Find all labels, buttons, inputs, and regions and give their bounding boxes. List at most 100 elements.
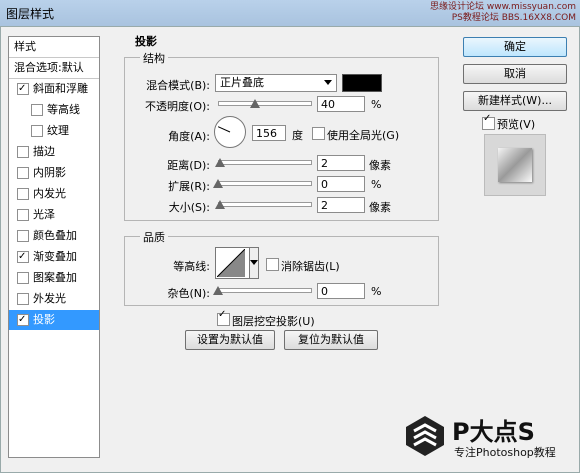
style-item-checkbox[interactable] bbox=[17, 167, 29, 179]
opacity-input[interactable]: 40 bbox=[317, 96, 365, 112]
style-item-label: 外发光 bbox=[33, 292, 66, 305]
contour-picker[interactable] bbox=[215, 247, 251, 279]
style-item-checkbox[interactable] bbox=[17, 188, 29, 200]
watermark-line1: 思缘设计论坛 www.missyuan.com bbox=[430, 2, 576, 12]
opacity-slider-thumb[interactable] bbox=[249, 99, 260, 108]
style-item-checkbox[interactable] bbox=[31, 104, 43, 116]
brand-logo-icon bbox=[406, 416, 444, 456]
preview-checkbox[interactable] bbox=[482, 113, 495, 130]
style-item-checkbox[interactable] bbox=[17, 230, 29, 242]
styles-header[interactable]: 样式 bbox=[9, 37, 99, 58]
opacity-slider-track[interactable] bbox=[218, 101, 312, 106]
spread-input[interactable]: 0 bbox=[317, 176, 365, 192]
global-light-label: 使用全局光(G) bbox=[327, 129, 400, 142]
blend-mode-value: 正片叠底 bbox=[220, 76, 264, 89]
branding: P大点S 专注Photoshop教程 bbox=[404, 410, 574, 460]
blend-mode-select[interactable]: 正片叠底 bbox=[215, 74, 337, 92]
style-item-label: 图案叠加 bbox=[33, 271, 77, 284]
ok-button[interactable]: 确定 bbox=[463, 37, 567, 57]
style-item[interactable]: 斜面和浮雕 bbox=[9, 79, 99, 99]
contour-curve-icon bbox=[217, 249, 245, 277]
style-item[interactable]: 描边 bbox=[9, 142, 99, 162]
style-item[interactable]: 投影 bbox=[9, 310, 99, 330]
distance-slider-track[interactable] bbox=[218, 160, 312, 165]
style-item[interactable]: 内阴影 bbox=[9, 163, 99, 183]
title-bar: 图层样式 思缘设计论坛 www.missyuan.com PS教程论坛 BBS.… bbox=[0, 0, 580, 27]
spread-slider-track[interactable] bbox=[218, 181, 312, 186]
structure-title: 结构 bbox=[140, 50, 168, 66]
antialias-label: 消除锯齿(L) bbox=[281, 260, 340, 273]
preview-thumbnail bbox=[484, 134, 546, 196]
noise-label: 杂色(N): bbox=[167, 287, 210, 300]
angle-needle-icon bbox=[217, 126, 231, 133]
chevron-down-icon bbox=[250, 260, 258, 265]
quality-title: 品质 bbox=[140, 229, 168, 245]
style-item-checkbox[interactable] bbox=[17, 310, 29, 330]
watermark: 思缘设计论坛 www.missyuan.com PS教程论坛 BBS.16XX8… bbox=[430, 2, 576, 24]
size-input[interactable]: 2 bbox=[317, 197, 365, 213]
blend-options-item[interactable]: 混合选项:默认 bbox=[9, 58, 99, 79]
new-style-button[interactable]: 新建样式(W)... bbox=[463, 91, 567, 111]
size-label: 大小(S): bbox=[168, 201, 210, 214]
contour-dropdown[interactable] bbox=[249, 247, 259, 279]
window-title: 图层样式 bbox=[6, 7, 55, 21]
brand-name: P大点S bbox=[452, 418, 535, 446]
angle-unit: 度 bbox=[292, 129, 303, 142]
style-item-label: 渐变叠加 bbox=[33, 250, 77, 263]
style-item[interactable]: 图案叠加 bbox=[9, 268, 99, 288]
style-item-label: 颜色叠加 bbox=[33, 229, 77, 242]
size-slider-track[interactable] bbox=[218, 202, 312, 207]
blend-mode-label: 混合模式(B): bbox=[146, 79, 210, 92]
styles-list: 样式 混合选项:默认 斜面和浮雕等高线纹理描边内阴影内发光光泽颜色叠加渐变叠加图… bbox=[8, 36, 100, 458]
style-item-checkbox[interactable] bbox=[17, 272, 29, 284]
spread-label: 扩展(R): bbox=[168, 180, 210, 193]
style-item-checkbox[interactable] bbox=[17, 209, 29, 221]
global-light-checkbox[interactable] bbox=[312, 127, 325, 140]
style-item-label: 内阴影 bbox=[33, 166, 66, 179]
style-item[interactable]: 光泽 bbox=[9, 205, 99, 225]
angle-dial[interactable] bbox=[214, 116, 246, 148]
style-item-label: 投影 bbox=[33, 313, 55, 326]
style-item[interactable]: 外发光 bbox=[9, 289, 99, 309]
angle-label: 角度(A): bbox=[168, 130, 210, 143]
noise-input[interactable]: 0 bbox=[317, 283, 365, 299]
shadow-color-swatch[interactable] bbox=[342, 74, 382, 92]
style-item-checkbox[interactable] bbox=[17, 247, 29, 267]
style-item[interactable]: 颜色叠加 bbox=[9, 226, 99, 246]
spread-slider-thumb[interactable] bbox=[213, 179, 223, 188]
distance-slider-thumb[interactable] bbox=[215, 158, 225, 167]
style-item-checkbox[interactable] bbox=[17, 293, 29, 305]
style-item-label: 斜面和浮雕 bbox=[33, 82, 88, 95]
contour-label: 等高线: bbox=[173, 260, 210, 273]
angle-input[interactable]: 156 bbox=[252, 125, 286, 141]
distance-unit: 像素 bbox=[369, 159, 391, 172]
make-default-button[interactable]: 设置为默认值 bbox=[185, 330, 275, 350]
distance-label: 距离(D): bbox=[167, 159, 210, 172]
size-slider-thumb[interactable] bbox=[215, 200, 225, 209]
size-unit: 像素 bbox=[369, 201, 391, 214]
style-item-checkbox[interactable] bbox=[17, 146, 29, 158]
reset-default-button[interactable]: 复位为默认值 bbox=[284, 330, 378, 350]
knockout-label: 图层挖空投影(U) bbox=[232, 315, 315, 328]
style-item-checkbox[interactable] bbox=[17, 79, 29, 99]
style-item-label: 描边 bbox=[33, 145, 55, 158]
style-item[interactable]: 内发光 bbox=[9, 184, 99, 204]
drop-shadow-title: 投影 bbox=[132, 33, 160, 49]
distance-input[interactable]: 2 bbox=[317, 155, 365, 171]
antialias-checkbox[interactable] bbox=[266, 258, 279, 271]
noise-slider-track[interactable] bbox=[218, 288, 312, 293]
noise-slider-thumb[interactable] bbox=[213, 286, 223, 295]
style-item-label: 纹理 bbox=[47, 124, 69, 137]
watermark-line2: PS教程论坛 BBS.16XX8.COM bbox=[451, 13, 576, 23]
style-item[interactable]: 等高线 bbox=[9, 100, 99, 120]
style-item-checkbox[interactable] bbox=[31, 125, 43, 137]
style-item[interactable]: 渐变叠加 bbox=[9, 247, 99, 267]
style-item[interactable]: 纹理 bbox=[9, 121, 99, 141]
style-item-label: 内发光 bbox=[33, 187, 66, 200]
cancel-button[interactable]: 取消 bbox=[463, 64, 567, 84]
knockout-checkbox[interactable] bbox=[217, 309, 230, 326]
chevron-down-icon bbox=[324, 80, 332, 85]
noise-unit: % bbox=[371, 285, 382, 298]
style-item-label: 等高线 bbox=[47, 103, 80, 116]
brand-tagline: 专注Photoshop教程 bbox=[454, 446, 556, 459]
